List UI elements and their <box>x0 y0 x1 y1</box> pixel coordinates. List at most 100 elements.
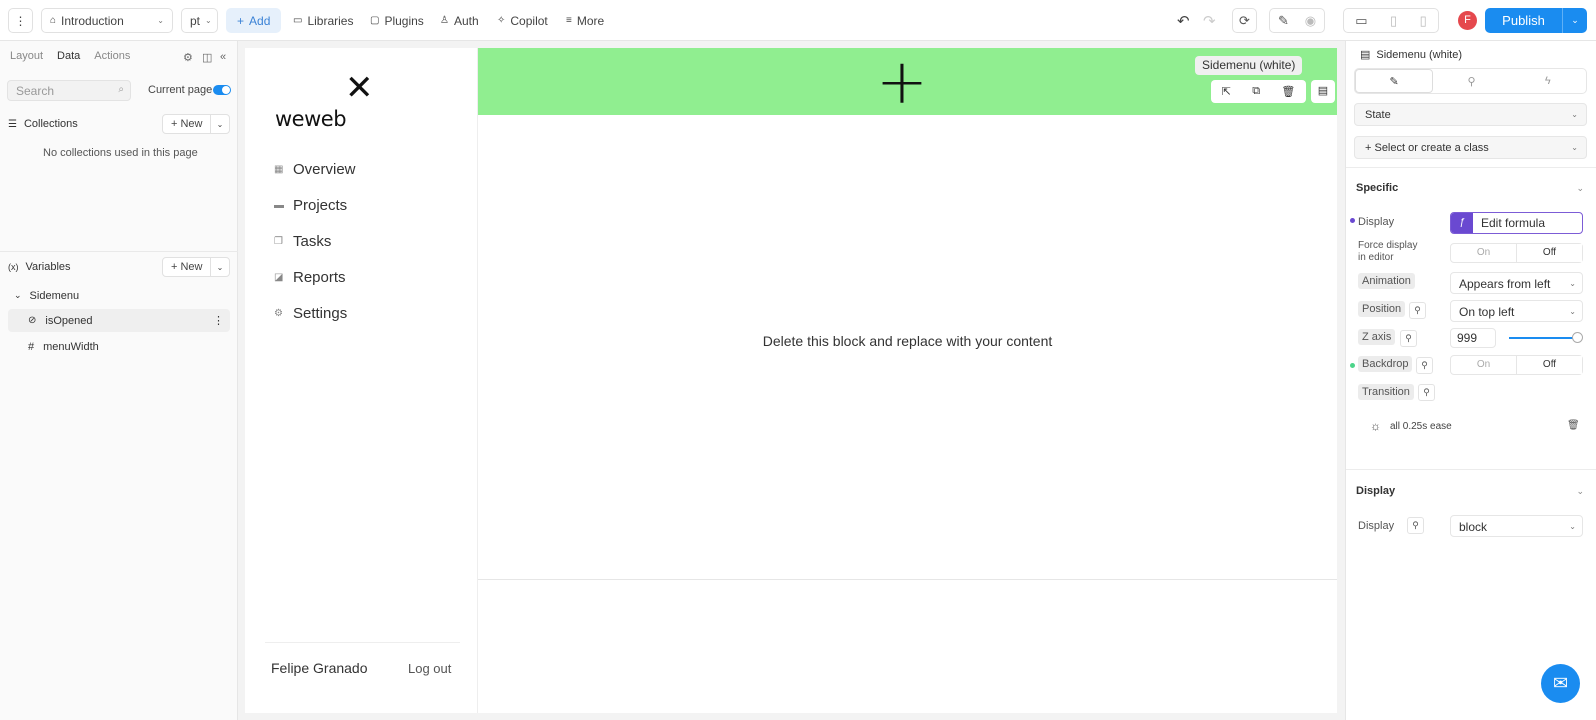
sparkle-icon: ✧ <box>497 15 506 26</box>
backdrop-label: Backdrop <box>1358 356 1413 372</box>
chevron-down-icon: ⌄ <box>157 16 164 25</box>
search-input[interactable]: Search ⌕ <box>7 80 131 101</box>
redo-button[interactable]: ↷ <box>1203 8 1216 33</box>
trash-icon[interactable]: 🗑 <box>1567 420 1580 431</box>
logout-link[interactable]: Log out <box>408 661 451 676</box>
variable-item[interactable]: # menuWidth <box>8 335 230 358</box>
bind-icon[interactable]: ⚲ <box>1416 357 1433 374</box>
tab-data[interactable]: Data <box>57 50 80 62</box>
tab-workflows[interactable]: ϟ <box>1510 69 1586 93</box>
animation-select[interactable]: Appears from left ⌄ <box>1450 272 1583 294</box>
more-options-icon[interactable]: ⋮ <box>213 314 224 327</box>
collapse-icon[interactable]: « <box>220 51 226 63</box>
home-icon: ⌂ <box>50 15 57 26</box>
undo-icon: ↶ <box>1177 12 1190 30</box>
chevron-down-icon[interactable]: ⌄ <box>1576 183 1584 194</box>
element-toolbar: ⇱ ⧉ 🗑 <box>1211 80 1306 103</box>
plugins-button[interactable]: ▢ Plugins <box>370 8 424 33</box>
tasks-icon: ❐ <box>274 236 283 247</box>
publish-button[interactable]: Publish ⌄ <box>1485 8 1587 33</box>
mobile-icon: ▯ <box>1419 12 1427 28</box>
empty-collections-text: No collections used in this page <box>43 147 198 159</box>
tab-actions[interactable]: Actions <box>94 50 130 62</box>
help-chat-button[interactable]: ✉ <box>1541 664 1580 703</box>
on-option[interactable]: On <box>1451 244 1516 262</box>
variables-header[interactable]: (x) Variables <box>8 261 71 273</box>
collections-header[interactable]: ☰ Collections <box>8 118 78 130</box>
display-select[interactable]: block ⌄ <box>1450 515 1583 537</box>
state-select[interactable]: State ⌄ <box>1354 103 1587 126</box>
auth-button[interactable]: ♙ Auth <box>440 8 479 33</box>
sidemenu[interactable]: ✕ weweb ▦ Overview ▬ Projects ❐ Tasks ◪ … <box>245 48 478 713</box>
trash-icon[interactable]: 🗑 <box>1281 85 1295 98</box>
sliders-icon: ⚲ <box>1467 75 1476 88</box>
kebab-menu-button[interactable]: ⋮ <box>8 8 33 33</box>
backdrop-toggle[interactable]: On Off <box>1450 355 1583 375</box>
chevron-down-icon[interactable]: ⌄ <box>1563 15 1587 26</box>
editor-canvas: ✕ weweb ▦ Overview ▬ Projects ❐ Tasks ◪ … <box>245 48 1337 713</box>
refresh-button[interactable]: ⟳ <box>1232 8 1257 33</box>
force-display-toggle[interactable]: On Off <box>1450 243 1583 263</box>
new-variable-button[interactable]: + New ⌄ <box>162 257 230 277</box>
layout-icon[interactable]: ▤ <box>1311 80 1335 103</box>
nav-item-overview[interactable]: ▦ Overview <box>274 161 356 178</box>
mobile-breakpoint-button[interactable]: ▯ <box>1420 13 1427 29</box>
chevron-down-icon[interactable]: ⌄ <box>211 263 229 272</box>
z-axis-input[interactable]: 999 <box>1450 328 1496 348</box>
chevron-down-icon: ⌄ <box>205 16 212 25</box>
z-axis-slider[interactable] <box>1509 337 1577 339</box>
tab-layout[interactable]: Layout <box>10 50 43 62</box>
chevron-down-icon: ⌄ <box>1569 522 1576 531</box>
desktop-breakpoint-button[interactable]: ▭ <box>1355 13 1367 29</box>
bind-icon[interactable]: ⚲ <box>1418 384 1435 401</box>
off-option[interactable]: Off <box>1516 244 1582 262</box>
transition-item[interactable]: ☼ all 0.25s ease <box>1370 419 1452 433</box>
slider-handle[interactable] <box>1572 332 1583 343</box>
bind-icon[interactable]: ⚲ <box>1407 517 1424 534</box>
current-page-toggle[interactable] <box>213 85 231 95</box>
settings-icon[interactable]: ⚙ <box>183 51 193 64</box>
tablet-breakpoint-button[interactable]: ▯ <box>1390 13 1397 29</box>
undo-button[interactable]: ↶ <box>1177 8 1190 33</box>
preview-mode-button[interactable]: ◉ <box>1305 13 1316 29</box>
duplicate-icon[interactable]: ⧉ <box>1252 85 1260 98</box>
top-bar: ⋮ ⌂ Introduction ⌄ pt ⌄ + Add ▭ Libraries … <box>0 0 1596 41</box>
add-button[interactable]: + Add <box>226 8 282 33</box>
variable-item[interactable]: ⊘ isOpened ⋮ <box>8 309 230 332</box>
copilot-button[interactable]: ✧ Copilot <box>497 8 548 33</box>
bind-icon[interactable]: ⚲ <box>1400 330 1417 347</box>
position-select[interactable]: On top left ⌄ <box>1450 300 1583 322</box>
variable-icon: (x) <box>8 262 19 272</box>
move-icon[interactable]: ⇱ <box>1222 85 1231 98</box>
class-select[interactable]: + Select or create a class ⌄ <box>1354 136 1587 159</box>
more-button[interactable]: ≡ More <box>566 8 604 33</box>
nav-item-projects[interactable]: ▬ Projects <box>274 197 347 214</box>
display-section-header[interactable]: Display <box>1356 485 1395 497</box>
page-select[interactable]: ⌂ Introduction ⌄ <box>41 8 173 33</box>
panel-icon[interactable]: ◫ <box>202 51 212 64</box>
pencil-icon: ✎ <box>1389 75 1399 88</box>
tab-settings[interactable]: ⚲ <box>1433 69 1509 93</box>
chevron-down-icon[interactable]: ⌄ <box>1576 486 1584 497</box>
nav-item-tasks[interactable]: ❐ Tasks <box>274 233 331 250</box>
new-collection-button[interactable]: + New ⌄ <box>162 114 230 134</box>
chevron-down-icon: ⌄ <box>1569 279 1576 288</box>
close-icon[interactable]: ✕ <box>345 68 374 108</box>
avatar[interactable]: F <box>1458 11 1477 30</box>
content-block[interactable]: + Sidemenu (white) ⇱ ⧉ 🗑 ▤ Delete this b… <box>478 48 1337 580</box>
chevron-down-icon[interactable]: ⌄ <box>211 120 229 129</box>
specific-section-header[interactable]: Specific <box>1356 182 1398 194</box>
on-option[interactable]: On <box>1451 356 1516 374</box>
libraries-button[interactable]: ▭ Libraries <box>293 8 353 33</box>
off-option[interactable]: Off <box>1516 356 1582 374</box>
tab-style[interactable]: ✎ <box>1355 69 1434 93</box>
nav-item-settings[interactable]: ⚙ Settings <box>274 305 347 322</box>
edit-mode-button[interactable]: ✎ <box>1278 13 1289 29</box>
plus-icon[interactable]: + <box>876 51 928 113</box>
bind-icon[interactable]: ⚲ <box>1409 302 1426 319</box>
header-bar[interactable]: + Sidemenu (white) ⇱ ⧉ 🗑 ▤ <box>478 48 1337 115</box>
language-select[interactable]: pt ⌄ <box>181 8 218 33</box>
nav-item-reports[interactable]: ◪ Reports <box>274 269 346 286</box>
variable-group-sidemenu[interactable]: ⌄ Sidemenu <box>8 284 230 307</box>
edit-formula-button[interactable]: ƒ Edit formula <box>1450 212 1583 234</box>
